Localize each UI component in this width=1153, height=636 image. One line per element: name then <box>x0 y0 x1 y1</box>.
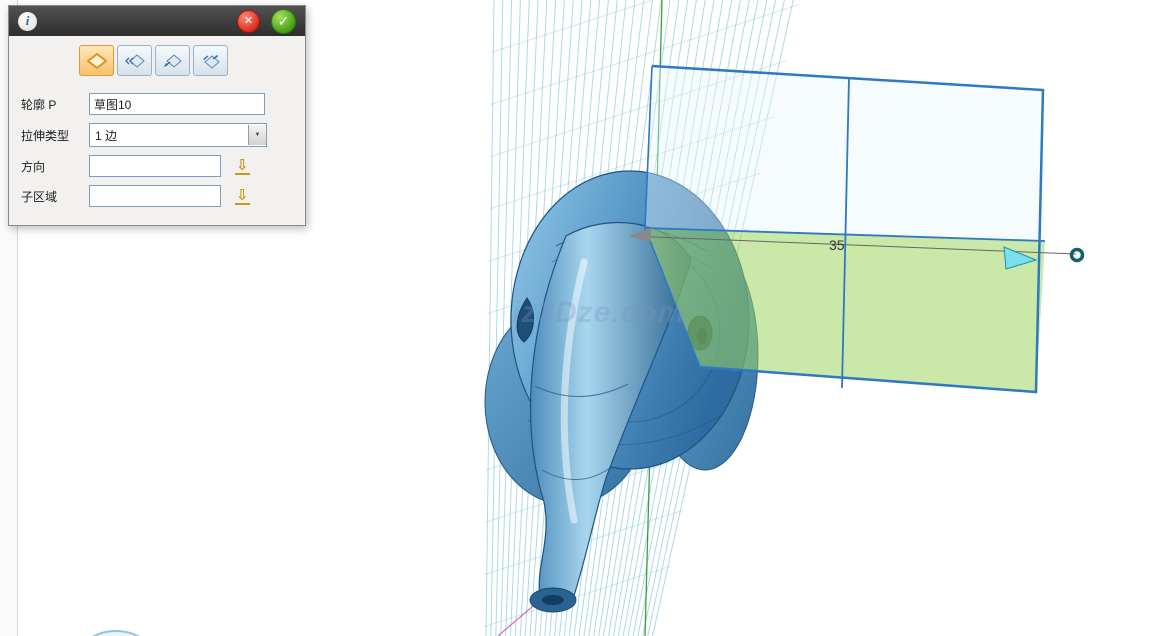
extrude-mode-button-1[interactable] <box>79 45 114 76</box>
app-window: 35 iz3Dze.com i ✕ ✓ <box>0 0 1153 636</box>
dialog-form: 轮廓 P 拉伸类型 1 边 ▼ 方向 ⇩ 子区域 ⇩ <box>9 83 305 225</box>
dropdown-arrow-icon[interactable]: ▼ <box>248 125 266 145</box>
field-row-profile: 轮廓 P <box>21 93 295 115</box>
extrude-intersect-icon <box>201 53 221 69</box>
subregion-picker-icon[interactable]: ⇩ <box>235 188 250 205</box>
extrude-type-label: 拉伸类型 <box>21 127 89 144</box>
subregion-input[interactable] <box>89 185 221 207</box>
direction-picker-icon[interactable]: ⇩ <box>235 158 250 175</box>
dimension-value: 35 <box>829 237 845 253</box>
trunk-tip-hole <box>542 595 564 605</box>
extrude-mode-button-3[interactable] <box>155 45 190 76</box>
extrude-dialog: i ✕ ✓ <box>8 5 306 226</box>
extrude-mode-button-4[interactable] <box>193 45 228 76</box>
preview-upper-face <box>645 66 1045 241</box>
view-gizmo-partial <box>82 631 150 636</box>
extrude-mode-button-2[interactable] <box>117 45 152 76</box>
profile-label: 轮廓 P <box>21 96 89 113</box>
cancel-button[interactable]: ✕ <box>237 10 260 33</box>
extrude-remove-icon <box>163 53 183 69</box>
field-row-extrude-type: 拉伸类型 1 边 ▼ <box>21 123 295 147</box>
dialog-toolbar <box>9 36 305 83</box>
extrude-base-icon <box>87 53 107 69</box>
extrude-preview <box>645 66 1045 392</box>
direction-input[interactable] <box>89 155 221 177</box>
extrude-add-icon <box>125 53 145 69</box>
close-icon: ✕ <box>244 16 253 27</box>
profile-input[interactable] <box>89 93 265 115</box>
confirm-button[interactable]: ✓ <box>271 9 296 34</box>
extrude-drag-handle[interactable] <box>1072 250 1083 261</box>
extrude-type-dropdown[interactable]: 1 边 ▼ <box>89 123 267 147</box>
field-row-direction: 方向 ⇩ <box>21 155 295 177</box>
direction-label: 方向 <box>21 158 89 175</box>
check-icon: ✓ <box>278 14 290 28</box>
field-row-subregion: 子区域 ⇩ <box>21 185 295 207</box>
info-icon[interactable]: i <box>18 12 37 31</box>
subregion-label: 子区域 <box>21 188 89 205</box>
dialog-titlebar: i ✕ ✓ <box>9 6 305 36</box>
extrude-type-value: 1 边 <box>90 127 248 144</box>
